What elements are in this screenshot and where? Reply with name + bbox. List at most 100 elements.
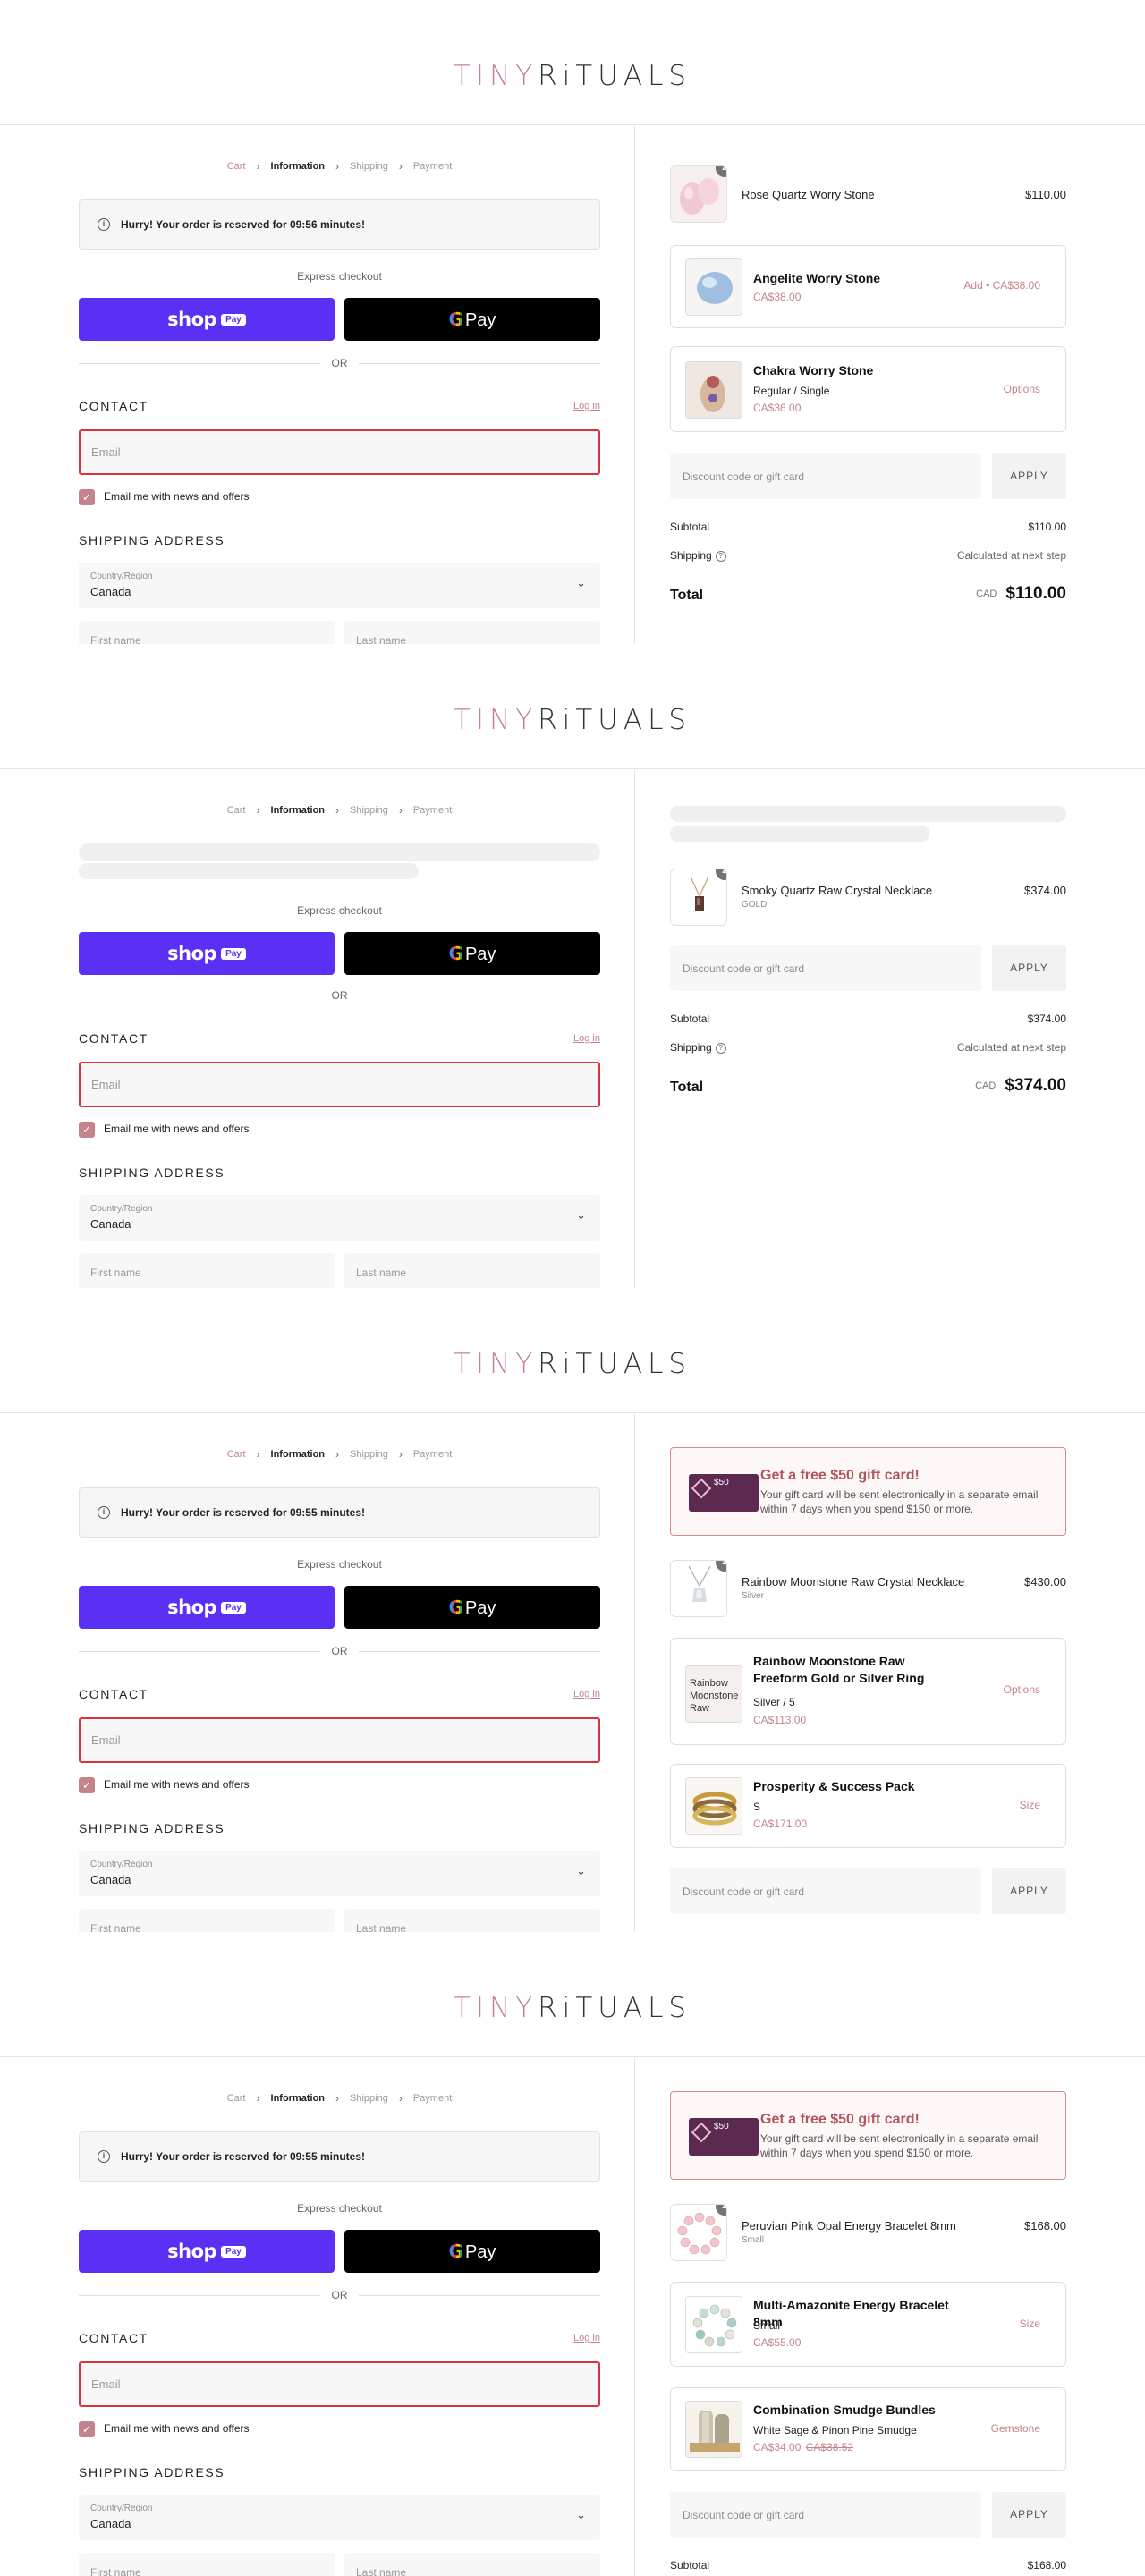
shop-pay-button[interactable]: shop Pay (79, 2230, 335, 2273)
checkout-screen-1: TINYRiTUALS Cart › Information › Shipping › Pa… (0, 0, 1145, 644)
country-select[interactable]: Country/Region Canada ⌄ (79, 563, 600, 608)
google-pay-button[interactable]: G Pay (344, 298, 600, 341)
reservation-timer: i Hurry! Your order is reserved for 09:56… (79, 199, 600, 250)
express-checkout-label: Express checkout (297, 904, 382, 917)
breadcrumb-cart[interactable]: Cart (227, 2093, 246, 2104)
discount-field[interactable]: Discount code or gift card (670, 1868, 981, 1914)
brand-logo[interactable]: TINYRiTUALS (0, 63, 1145, 90)
last-name-field[interactable]: Last name (344, 1253, 600, 1288)
upsell-title: Multi-Amazonite Energy Bracelet 8mm (753, 2298, 949, 2329)
country-select[interactable]: Country/Region Canada ⌄ (79, 2495, 600, 2540)
express-checkout-label: Express checkout (297, 2202, 382, 2215)
newsletter-checkbox[interactable]: ✓ Email me with news and offers (79, 2420, 250, 2437)
first-name-field[interactable]: First name (79, 1909, 335, 1932)
chakra-stone-image (686, 362, 742, 418)
item-variant: GOLD (742, 900, 768, 910)
email-field[interactable]: Email (79, 429, 600, 475)
upsell-variant: S (753, 1801, 761, 1813)
express-checkout-label: Express checkout (297, 270, 382, 283)
upsell-variant: White Sage & Pinon Pine Smudge (753, 2424, 917, 2436)
newsletter-checkbox[interactable]: ✓ Email me with news and offers (79, 1121, 250, 1138)
checkout-form: Cart › Information › Shipping › Payment i Hurry… (0, 2058, 634, 2576)
item-price: $374.00 (1024, 884, 1066, 897)
order-summary: 2 Smoky Quartz Raw Crystal Necklace GOLD… (634, 770, 1145, 1288)
shipping-address-heading: SHIPPING ADDRESS (79, 533, 225, 547)
apply-discount-button[interactable]: APPLY (992, 453, 1066, 499)
chevron-right-icon: › (398, 804, 403, 817)
order-summary: 2 Rose Quartz Worry Stone $110.00 Angeli… (634, 126, 1145, 644)
help-icon[interactable]: ? (715, 550, 726, 562)
discount-field[interactable]: Discount code or gift card (670, 453, 981, 499)
upsell-variant: Small (753, 2319, 781, 2332)
loading-skeleton (670, 826, 929, 842)
shipping-address-heading: SHIPPING ADDRESS (79, 2465, 225, 2479)
chevron-right-icon: › (398, 1448, 403, 1461)
last-name-field[interactable]: Last name (344, 621, 600, 644)
shop-pay-button[interactable]: shop Pay (79, 932, 335, 975)
login-link[interactable]: Log in (573, 1689, 600, 1699)
upsell-gemstone-button[interactable]: Gemstone (991, 2422, 1040, 2435)
email-field[interactable]: Email (79, 1717, 600, 1763)
order-summary: $50 Get a free $50 gift card! Your gift … (634, 2058, 1145, 2576)
brand-logo[interactable]: TINYRiTUALS (0, 1995, 1145, 2022)
shipping-address-heading: SHIPPING ADDRESS (79, 1821, 225, 1835)
upsell-size-button[interactable]: Size (1020, 2318, 1040, 2330)
google-pay-button[interactable]: G Pay (344, 2230, 600, 2273)
upsell-options-button[interactable]: Options (1004, 383, 1040, 395)
newsletter-checkbox[interactable]: ✓ Email me with news and offers (79, 488, 250, 505)
discount-field[interactable]: Discount code or gift card (670, 2492, 981, 2538)
apply-discount-button[interactable]: APPLY (992, 1868, 1066, 1914)
apply-discount-button[interactable]: APPLY (992, 2492, 1066, 2538)
checkmark-icon: ✓ (79, 488, 95, 505)
checkmark-icon: ✓ (79, 1121, 95, 1138)
apply-discount-button[interactable]: APPLY (992, 945, 1066, 991)
discount-field[interactable]: Discount code or gift card (670, 945, 981, 991)
first-name-field[interactable]: First name (79, 2553, 335, 2576)
last-name-field[interactable]: Last name (344, 2553, 600, 2576)
last-name-field[interactable]: Last name (344, 1909, 600, 1932)
newsletter-checkbox[interactable]: ✓ Email me with news and offers (79, 1776, 250, 1793)
brand-logo[interactable]: TINYRiTUALS (0, 1351, 1145, 1378)
country-select[interactable]: Country/Region Canada ⌄ (79, 1195, 600, 1241)
google-g-icon: G (448, 309, 463, 330)
site-header: TINYRiTUALS (0, 1932, 1145, 2057)
upsell-thumbnail (685, 2296, 742, 2353)
breadcrumb-payment: Payment (412, 1449, 453, 1460)
add-upsell-button[interactable]: Add • CA$38.00 (963, 279, 1040, 292)
gift-card-image: $50 (689, 2118, 759, 2156)
brand-logo[interactable]: TINYRiTUALS (0, 707, 1145, 734)
angelite-image (686, 259, 742, 315)
product-thumbnail: 2 (670, 2204, 727, 2261)
item-name: Rose Quartz Worry Stone (742, 188, 875, 201)
upsell-size-button[interactable]: Size (1020, 1799, 1040, 1811)
country-select[interactable]: Country/Region Canada ⌄ (79, 1851, 600, 1896)
breadcrumb: Cart › Information › Shipping › Payment (79, 804, 600, 817)
google-pay-button[interactable]: G Pay (344, 932, 600, 975)
first-name-field[interactable]: First name (79, 621, 335, 644)
breadcrumb-cart[interactable]: Cart (227, 805, 246, 816)
chevron-right-icon: › (335, 1448, 340, 1461)
help-icon[interactable]: ? (715, 1042, 726, 1054)
upsell-thumbnail: Rainbow Moonstone Raw (685, 1665, 742, 1723)
contact-heading: CONTACT (79, 2331, 148, 2345)
login-link[interactable]: Log in (573, 2333, 600, 2343)
email-field[interactable]: Email (79, 2361, 600, 2407)
breadcrumb-cart[interactable]: Cart (227, 161, 246, 172)
google-pay-button[interactable]: G Pay (344, 1586, 600, 1629)
first-name-field[interactable]: First name (79, 1253, 335, 1288)
login-link[interactable]: Log in (573, 401, 600, 411)
google-g-icon: G (448, 2241, 463, 2262)
checkmark-icon: ✓ (79, 2420, 95, 2437)
upsell-card: Rainbow Moonstone Raw Rainbow Moonstone … (670, 1638, 1066, 1745)
shop-pay-button[interactable]: shop Pay (79, 298, 335, 341)
chevron-right-icon: › (398, 160, 403, 173)
email-field[interactable]: Email (79, 1062, 600, 1107)
upsell-options-button[interactable]: Options (1004, 1683, 1040, 1696)
total-row: Total CAD $110.00 (670, 584, 1066, 603)
login-link[interactable]: Log in (573, 1033, 600, 1044)
chevron-down-icon: ⌄ (576, 1208, 586, 1222)
upsell-variant: Silver / 5 (753, 1696, 795, 1708)
breadcrumb-cart[interactable]: Cart (227, 1449, 246, 1460)
chevron-right-icon: › (256, 2092, 260, 2105)
shop-pay-button[interactable]: shop Pay (79, 1586, 335, 1629)
